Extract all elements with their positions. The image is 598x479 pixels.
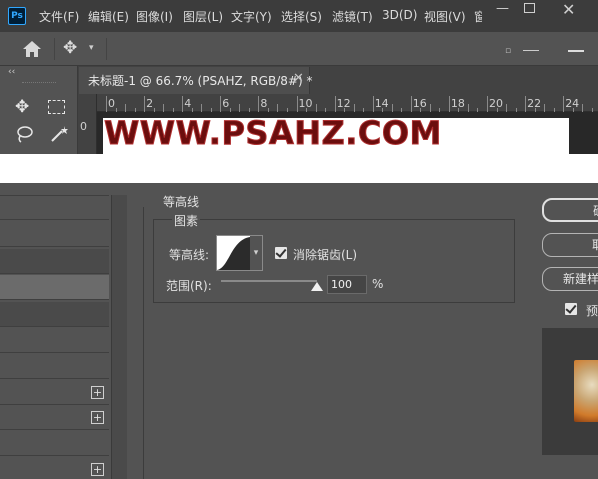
- options-separator: [106, 38, 107, 60]
- menu-3d[interactable]: 3D(D): [382, 8, 417, 22]
- home-icon[interactable]: [22, 40, 42, 58]
- ruler-tick: [258, 96, 260, 112]
- style-list-item-contour[interactable]: [0, 275, 109, 300]
- ruler-minor-tick: [467, 104, 469, 112]
- ruler-minor-tick: [239, 104, 241, 112]
- add-effect-icon[interactable]: +: [91, 411, 104, 424]
- section-border: [143, 207, 144, 479]
- menu-file[interactable]: 文件(F): [39, 8, 79, 25]
- ruler-tick: [106, 96, 107, 112]
- ruler-tick: [296, 96, 298, 112]
- contour-curve-icon: [217, 236, 250, 270]
- distribute-icon[interactable]: [523, 50, 539, 51]
- menu-edit[interactable]: 编辑(E): [88, 8, 129, 25]
- ruler-minor-tick: [201, 104, 203, 112]
- range-unit: %: [372, 277, 384, 291]
- ruler-label: 8: [260, 97, 268, 110]
- ruler-tick: [334, 96, 336, 112]
- ruler-tick: [182, 96, 184, 112]
- lasso-tool-icon[interactable]: [15, 124, 35, 144]
- ruler-label: 4: [184, 97, 192, 110]
- ruler-minor-tick: [163, 104, 165, 112]
- range-label: 范围(R):: [166, 279, 212, 293]
- menu-layer[interactable]: 图层(L): [183, 8, 223, 25]
- ruler-label: 6: [222, 97, 230, 110]
- preview-checkbox[interactable]: [565, 303, 577, 315]
- menu-select[interactable]: 选择(S): [281, 8, 322, 25]
- style-list-item[interactable]: [0, 328, 109, 353]
- style-list-item[interactable]: [0, 354, 109, 379]
- ruler-minor-tick: [125, 104, 127, 112]
- ruler-tick: [410, 96, 412, 112]
- ruler-tick: [372, 96, 374, 112]
- move-tool-icon[interactable]: ✥: [15, 97, 29, 117]
- range-slider-track[interactable]: [221, 280, 317, 282]
- style-preview-image: [574, 360, 598, 422]
- contour-label: 等高线:: [169, 248, 210, 262]
- add-effect-icon[interactable]: +: [91, 386, 104, 399]
- new-style-button[interactable]: 新建样式...: [542, 267, 598, 291]
- chevron-down-icon[interactable]: ▾: [89, 43, 94, 53]
- anti-alias-label[interactable]: 消除锯齿(L): [293, 246, 357, 263]
- style-list-item[interactable]: [0, 195, 109, 220]
- styles-scrollbar[interactable]: [111, 195, 127, 479]
- ok-button[interactable]: 确定: [542, 198, 598, 222]
- marquee-tool-icon[interactable]: [48, 100, 65, 114]
- document-tab-title[interactable]: 未标题-1 @ 66.7% (PSAHZ, RGB/8#) *: [88, 72, 312, 89]
- align-icon[interactable]: ▫: [505, 46, 511, 56]
- minimize-icon[interactable]: —: [496, 1, 509, 16]
- cancel-button[interactable]: 取消: [542, 233, 598, 257]
- chevron-down-icon[interactable]: ▾: [250, 235, 263, 271]
- menu-window[interactable]: 窗: [474, 8, 482, 25]
- section-title: 等高线: [163, 195, 200, 209]
- ruler-minor-tick: [544, 104, 546, 112]
- canvas-text-clip: WWW.PSAHZ.COM: [103, 112, 569, 154]
- ruler-tick: [487, 96, 488, 112]
- ruler-minor-tick: [391, 104, 393, 112]
- magic-wand-tool-icon[interactable]: [49, 124, 69, 144]
- canvas-text: WWW.PSAHZ.COM: [104, 114, 442, 153]
- style-list-item[interactable]: [0, 249, 109, 274]
- group-title: 图素: [172, 212, 201, 229]
- ruler-minor-tick: [315, 104, 317, 112]
- close-icon[interactable]: ✕: [562, 0, 575, 19]
- ruler-label: 2: [146, 97, 154, 110]
- ruler-label: 0: [80, 120, 87, 133]
- ruler-tick: [563, 96, 565, 112]
- ruler-minor-tick: [429, 104, 431, 112]
- add-effect-icon[interactable]: +: [91, 463, 104, 476]
- ruler-minor-tick: [582, 104, 584, 112]
- ruler-label: 0: [108, 97, 115, 110]
- preview-label[interactable]: 预: [586, 302, 598, 319]
- collapse-panel-icon[interactable]: ‹‹: [8, 67, 15, 77]
- ruler-minor-tick: [353, 104, 355, 112]
- range-slider-thumb[interactable]: [311, 282, 323, 291]
- more-options-icon[interactable]: [568, 50, 584, 52]
- style-list-item[interactable]: [0, 222, 109, 247]
- maximize-icon[interactable]: [524, 3, 535, 13]
- photoshop-logo-icon: Ps: [8, 7, 26, 25]
- options-separator: [54, 38, 55, 60]
- photoshop-screenshot: Ps 文件(F) 编辑(E) 图像(I) 图层(L) 文字(Y) 选择(S) 滤…: [0, 0, 598, 479]
- move-tool-icon[interactable]: ✥: [63, 38, 77, 58]
- ruler-tick: [448, 96, 450, 112]
- ruler-tick: [220, 96, 222, 112]
- toolbox-grip[interactable]: [22, 82, 56, 83]
- menu-type[interactable]: 文字(Y): [231, 8, 272, 25]
- style-list-item[interactable]: [0, 302, 109, 327]
- ruler-minor-tick: [506, 104, 508, 112]
- ruler-tick: [144, 96, 146, 112]
- style-list-item[interactable]: [0, 431, 109, 456]
- ruler-tick: [525, 96, 527, 112]
- contour-picker[interactable]: [216, 235, 251, 271]
- close-tab-icon[interactable]: ✕: [293, 71, 304, 86]
- window-gap: [0, 154, 598, 183]
- menu-image[interactable]: 图像(I): [136, 8, 173, 25]
- ruler-minor-tick: [277, 104, 279, 112]
- menu-view[interactable]: 视图(V): [424, 8, 466, 25]
- menu-filter[interactable]: 滤镜(T): [332, 8, 373, 25]
- anti-alias-checkbox[interactable]: [275, 247, 287, 259]
- range-input[interactable]: 100: [327, 275, 367, 294]
